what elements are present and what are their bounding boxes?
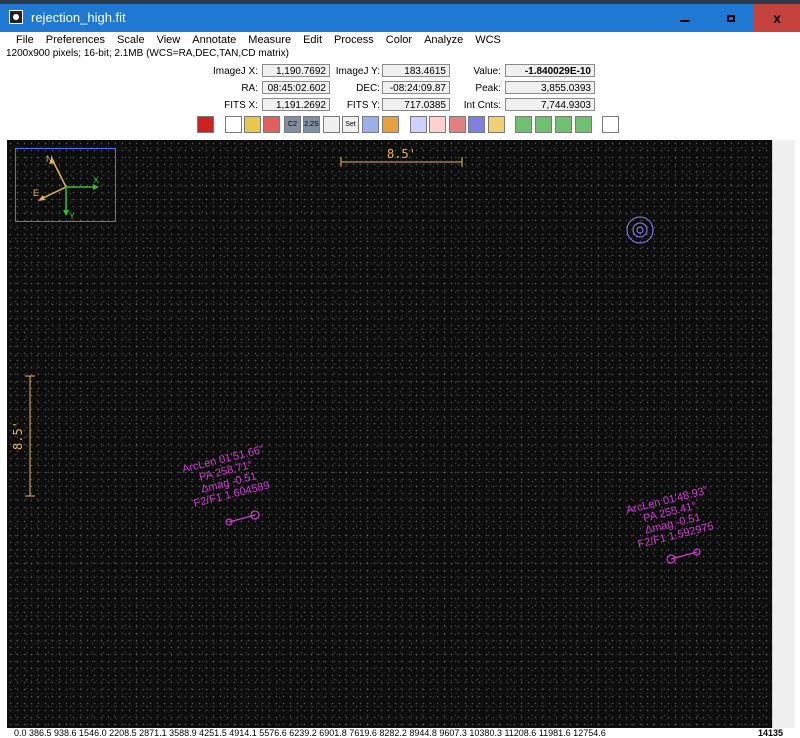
aperture-outer-ring[interactable] (626, 216, 654, 244)
int-cnts-label: Int Cnts: (463, 100, 501, 111)
right-panel (772, 140, 800, 738)
set-aperture-button[interactable]: Set (342, 116, 359, 133)
menu-edit[interactable]: Edit (297, 32, 328, 48)
menu-measure[interactable]: Measure (242, 32, 297, 48)
aperture-red-button[interactable] (263, 116, 280, 133)
table-button[interactable] (488, 116, 505, 133)
invert-button[interactable] (225, 116, 242, 133)
aperture-inner-ring[interactable] (632, 222, 648, 238)
imagej-x-label: ImageJ X: (212, 66, 258, 77)
peak-field: 3,855.0393 (505, 81, 595, 94)
overlay-graphics (25, 157, 701, 564)
imagej-y-label: ImageJ Y: (335, 66, 380, 77)
menu-view[interactable]: View (151, 32, 187, 48)
vertical-scrollbar[interactable] (772, 140, 795, 738)
dec-label: DEC: (356, 83, 380, 94)
ra-label: RA: (241, 83, 258, 94)
maximize-button[interactable] (708, 4, 754, 32)
image-info: 1200x900 pixels; 16-bit; 2.1MB (WCS=RA,D… (6, 48, 289, 59)
zoom-out-button[interactable] (555, 116, 572, 133)
zoom-in-button[interactable] (535, 116, 552, 133)
photometer-button[interactable] (410, 116, 427, 133)
aperture-center[interactable] (636, 226, 644, 234)
histogram-ticks: 0.0 386.5 938.6 1546.0 2208.5 2871.1 358… (0, 728, 800, 738)
histogram-tick-values: 0.0 386.5 938.6 1546.0 2208.5 2871.1 358… (14, 728, 606, 738)
value-field: -1.840029E-10 (505, 64, 595, 77)
toolbar: C2 2.2S Set (0, 116, 800, 136)
menu-annotate[interactable]: Annotate (186, 32, 242, 48)
app-icon (9, 10, 23, 24)
menu-preferences[interactable]: Preferences (40, 32, 111, 48)
menu-process[interactable]: Process (328, 32, 380, 48)
menu-color[interactable]: Color (380, 32, 418, 48)
image-canvas[interactable]: N E X Y 8.5' 8.5' ArcLen 01'51.66" PA 25… (7, 140, 772, 738)
edit-pen-button[interactable] (382, 116, 399, 133)
zoom-fit-button[interactable] (515, 116, 532, 133)
menu-file[interactable]: File (0, 32, 40, 48)
contrast-button[interactable] (602, 116, 619, 133)
measure-pen-button[interactable] (362, 116, 379, 133)
menu-scale[interactable]: Scale (111, 32, 151, 48)
astrometry-button[interactable] (449, 116, 466, 133)
value-label: Value: (473, 66, 501, 77)
title-bar: rejection_high.fit x (0, 4, 800, 32)
minimize-button[interactable] (662, 4, 708, 32)
scale-bar-vertical-label: 8.5' (11, 421, 25, 450)
fits-y-label: FITS Y: (346, 100, 380, 111)
histogram-max-value: 14135 (758, 728, 784, 738)
centroid-button[interactable]: C2 (284, 116, 301, 133)
crosshair-button[interactable] (468, 116, 485, 133)
minimize-icon (680, 20, 690, 22)
aperture-yellow-button[interactable] (244, 116, 261, 133)
close-button[interactable]: x (754, 4, 800, 32)
zoom-2x-button[interactable]: 2.2S (303, 116, 320, 133)
menu-analyze[interactable]: Analyze (418, 32, 469, 48)
menu-bar: File Preferences Scale View Annotate Mea… (0, 32, 800, 48)
int-cnts-field: 7,744.9303 (505, 98, 595, 111)
multi-aperture-button[interactable] (429, 116, 446, 133)
centroid-icon: C2 (288, 121, 297, 128)
peak-label: Peak: (475, 83, 501, 94)
window-title: rejection_high.fit (31, 10, 126, 25)
clear-overlay-button[interactable] (197, 116, 214, 133)
maximize-icon (727, 14, 735, 22)
zoom-full-button[interactable] (575, 116, 592, 133)
set-aperture-icon: Set (345, 121, 356, 128)
zoom-2x-icon: 2.2S (304, 121, 319, 128)
menu-wcs[interactable]: WCS (469, 32, 507, 48)
fits-x-label: FITS X: (224, 100, 258, 111)
scale-bar-horizontal-label: 8.5' (387, 147, 416, 161)
target-button[interactable] (323, 116, 340, 133)
